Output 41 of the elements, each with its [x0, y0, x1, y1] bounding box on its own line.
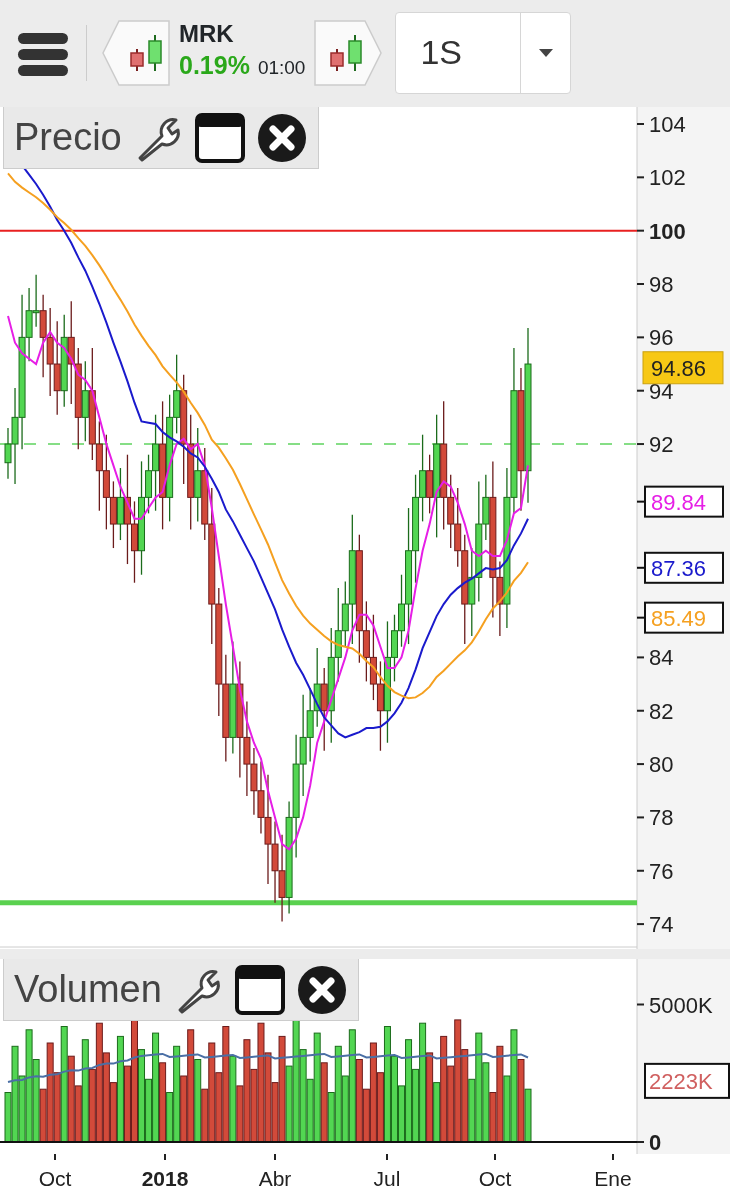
axis-label: 80	[649, 752, 674, 778]
axis-label: 104	[649, 112, 686, 137]
quote-time: 01:00	[257, 55, 306, 80]
axis-label: Ene	[594, 1167, 632, 1190]
axis-label: 82	[649, 698, 674, 724]
axis-label: 96	[649, 325, 674, 351]
window-button[interactable]	[233, 963, 286, 1016]
next-symbol-button[interactable]	[313, 18, 384, 87]
symbol-name: MRK	[179, 20, 235, 47]
percent-change: 0.19%	[179, 49, 250, 81]
close-icon	[255, 111, 308, 164]
axis-label: 100	[649, 218, 686, 244]
axis-label: 5000K	[649, 992, 713, 1018]
volume-panel-title: Volumen	[14, 967, 162, 1012]
volume-value-tag: 2223K	[644, 1062, 730, 1099]
axis-label: 84	[649, 645, 674, 671]
axis-label: Oct	[478, 1167, 512, 1190]
candlestick-icon	[330, 33, 363, 72]
last-price-tag: 94.86	[642, 351, 724, 385]
axis-label: 74	[649, 912, 674, 938]
window-button[interactable]	[193, 111, 246, 164]
axis-label: 78	[649, 805, 674, 831]
axis-label: Oct	[38, 1167, 72, 1190]
close-button[interactable]	[255, 111, 308, 164]
axis-label: 2018	[141, 1167, 189, 1190]
axis-label: 76	[649, 858, 674, 884]
window-icon	[233, 963, 286, 1016]
axis-label: Abr	[258, 1167, 292, 1190]
axis-label: 0	[649, 1130, 662, 1154]
window-icon	[193, 111, 246, 164]
candlestick-icon	[130, 33, 162, 72]
timeframe-select[interactable]: 1S	[395, 11, 572, 94]
axis-label: 98	[649, 272, 674, 297]
price-panel-title: Precio	[14, 115, 122, 160]
axis-label: 92	[649, 432, 674, 458]
close-icon	[295, 963, 348, 1016]
caret-icon	[538, 48, 553, 57]
axis-label: Jul	[373, 1167, 401, 1190]
close-button[interactable]	[295, 963, 348, 1016]
previous-symbol-button[interactable]	[101, 18, 171, 87]
axis-label: 102	[649, 165, 686, 191]
